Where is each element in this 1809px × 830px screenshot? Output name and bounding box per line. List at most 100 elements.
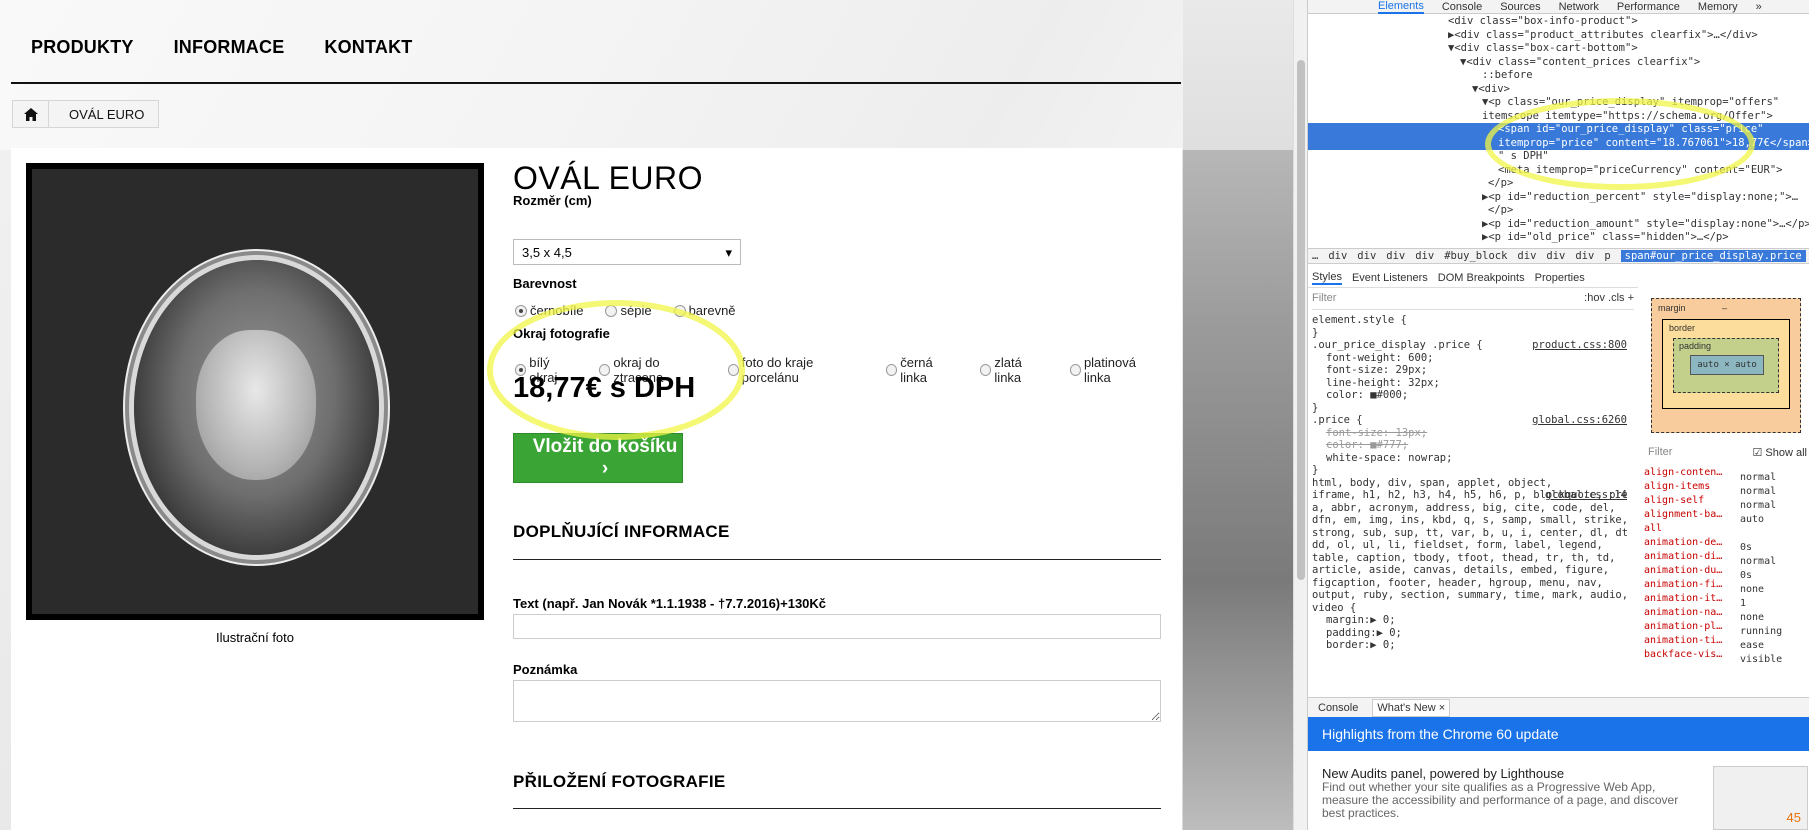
audit-title[interactable]: New Audits panel, powered by Lighthouse: [1322, 766, 1682, 781]
dom-node[interactable]: itemscope itemtype="https://schema.org/O…: [1308, 110, 1809, 124]
computed-row[interactable]: animation-du… 0s: [1644, 564, 1809, 581]
tab-elements[interactable]: Elements: [1378, 0, 1424, 14]
computed-row[interactable]: all: [1644, 522, 1809, 536]
rule-selector-line: .price { global.css:6260: [1312, 414, 1627, 427]
computed-row[interactable]: animation-de… 0s: [1644, 536, 1809, 553]
computed-row[interactable]: align-self normal: [1644, 494, 1809, 511]
filter-controls[interactable]: :hov .cls +: [1584, 292, 1634, 309]
home-icon[interactable]: [13, 101, 49, 127]
rule-prop[interactable]: white-space: nowrap;: [1312, 452, 1627, 465]
dom-node[interactable]: <meta itemprop="priceCurrency" content="…: [1308, 164, 1809, 178]
nav-kontakt[interactable]: KONTAKT: [324, 37, 412, 58]
color-option-sepia[interactable]: sépie: [605, 303, 652, 318]
add-to-cart-button[interactable]: Vložit do košíku ›: [513, 433, 683, 483]
bc-item[interactable]: div: [1386, 250, 1405, 262]
dom-node[interactable]: ::before: [1308, 69, 1809, 83]
size-label: Rozměr (cm): [513, 193, 592, 208]
bc-item-selected[interactable]: span#our_price_display.price: [1620, 250, 1806, 262]
scrollbar-thumb[interactable]: [1297, 60, 1305, 580]
edge-option-full[interactable]: foto do kraje porcelánu: [727, 355, 865, 385]
rule-selector: output, ruby, section, summary, time, ma…: [1312, 589, 1627, 601]
computed-filter[interactable]: Filter ☑ Show all: [1648, 446, 1807, 459]
tab-console[interactable]: Console: [1442, 1, 1482, 13]
rule-selector: .price {: [1312, 414, 1363, 426]
nav-informace[interactable]: INFORMACE: [174, 37, 285, 58]
computed-row[interactable]: animation-pl… running: [1644, 620, 1809, 637]
filter-placeholder: Filter: [1312, 292, 1337, 304]
bc-item[interactable]: div: [1575, 250, 1594, 262]
color-option-bw[interactable]: černobíle: [515, 303, 583, 318]
rule-prop[interactable]: font-weight: 600;: [1312, 352, 1627, 365]
dom-node-selected-2[interactable]: itemprop="price" content="18.767061">18,…: [1308, 136, 1809, 150]
bc-item[interactable]: div: [1328, 250, 1347, 262]
tab-dom-breakpoints[interactable]: DOM Breakpoints: [1438, 272, 1525, 284]
lighthouse-preview-image: 45: [1713, 766, 1808, 830]
tab-performance[interactable]: Performance: [1617, 1, 1680, 13]
dom-node[interactable]: " s DPH": [1308, 150, 1809, 164]
bc-item[interactable]: …: [1312, 250, 1318, 262]
rule-prop[interactable]: line-height: 32px;: [1312, 377, 1627, 390]
dom-node[interactable]: ▼<div class="content_prices clearfix">: [1308, 56, 1809, 70]
bc-item[interactable]: div: [1546, 250, 1565, 262]
edge-option-platinum[interactable]: platinová linka: [1069, 355, 1160, 385]
bc-item[interactable]: div: [1517, 250, 1536, 262]
drawer-tab-whats-new[interactable]: What's New ×: [1372, 698, 1451, 717]
dom-node[interactable]: ▼<div class="box-cart-bottom">: [1308, 42, 1809, 56]
tab-memory[interactable]: Memory: [1698, 1, 1738, 13]
rule-selector: dd, ol, ul, li, fieldset, form, label, l…: [1312, 539, 1603, 551]
nav-divider: [11, 82, 1181, 84]
tab-more[interactable]: »: [1756, 1, 1762, 13]
dom-node[interactable]: ▼<div>: [1308, 83, 1809, 97]
tab-network[interactable]: Network: [1559, 1, 1599, 13]
computed-row[interactable]: animation-fi… none: [1644, 578, 1809, 595]
rule-prop-overridden[interactable]: font-size: 13px;: [1312, 427, 1627, 440]
edge-option-black[interactable]: černá linka: [886, 355, 958, 385]
size-select[interactable]: 3,5 x 4,5 ▾: [513, 239, 741, 265]
drawer-tab-console[interactable]: Console: [1318, 702, 1358, 714]
dom-node-selected[interactable]: <span id="our_price_display" class="pric…: [1308, 123, 1809, 137]
box-model-padding: padding auto × auto: [1673, 338, 1779, 393]
dom-node[interactable]: <div class="box-info-product">: [1308, 15, 1809, 29]
computed-row[interactable]: backface-vis… visible: [1644, 648, 1809, 665]
tab-styles[interactable]: Styles: [1312, 271, 1342, 285]
tab-event-listeners[interactable]: Event Listeners: [1352, 272, 1428, 284]
note-field[interactable]: [513, 680, 1161, 722]
rule-source-link[interactable]: product.css:800: [1532, 339, 1627, 352]
computed-row[interactable]: align-items normal: [1644, 480, 1809, 497]
dom-node[interactable]: ▶<p id="reduction_percent" style="displa…: [1308, 191, 1809, 205]
computed-row[interactable]: animation-ti… ease: [1644, 634, 1809, 651]
computed-row[interactable]: animation-di… normal: [1644, 550, 1809, 567]
rule-source-link[interactable]: global.css:6260: [1532, 414, 1627, 427]
dom-node[interactable]: ▶<p id="old_price" class="hidden">…</p>: [1308, 231, 1809, 245]
bc-item[interactable]: div: [1415, 250, 1434, 262]
color-option-color[interactable]: barevně: [673, 303, 736, 318]
rule-prop[interactable]: color: ■#000;: [1312, 389, 1627, 402]
tab-properties[interactable]: Properties: [1535, 272, 1585, 284]
dom-node[interactable]: ▼<p class="our_price_display" itemprop="…: [1308, 96, 1809, 110]
bc-item[interactable]: div: [1357, 250, 1376, 262]
rule-prop[interactable]: margin:▶ 0;: [1312, 614, 1627, 627]
dom-node[interactable]: </p>: [1308, 177, 1809, 191]
rule-prop[interactable]: padding:▶ 0;: [1312, 627, 1627, 640]
nav-produkty[interactable]: PRODUKTY: [31, 37, 134, 58]
rule-prop[interactable]: font-size: 29px;: [1312, 364, 1627, 377]
page-scrollbar[interactable]: [1293, 0, 1307, 830]
tab-sources[interactable]: Sources: [1500, 1, 1540, 13]
show-all-checkbox[interactable]: ☑ Show all: [1752, 446, 1807, 459]
image-caption: Ilustrační foto: [215, 630, 295, 645]
dom-node[interactable]: </p>: [1308, 204, 1809, 218]
edge-option-gold[interactable]: zlatá linka: [980, 355, 1048, 385]
computed-row[interactable]: animation-na… none: [1644, 606, 1809, 623]
text-field[interactable]: [513, 614, 1161, 639]
computed-row[interactable]: animation-it… 1: [1644, 592, 1809, 609]
dom-node[interactable]: ▶<p id="reduction_amount" style="display…: [1308, 218, 1809, 232]
rule-prop[interactable]: border:▶ 0;: [1312, 639, 1627, 652]
bc-item[interactable]: #buy_block: [1444, 250, 1507, 262]
bc-item[interactable]: p: [1604, 250, 1610, 262]
rule-prop-overridden[interactable]: color: ■#777;: [1312, 439, 1627, 452]
computed-row[interactable]: align-conten… normal: [1644, 466, 1809, 483]
dom-node[interactable]: ▶<div class="product_attributes clearfix…: [1308, 29, 1809, 43]
color-options: černobíle sépie barevně: [515, 303, 758, 318]
styles-filter[interactable]: Filter :hov .cls +: [1312, 292, 1634, 310]
computed-row[interactable]: alignment-ba… auto: [1644, 508, 1809, 525]
